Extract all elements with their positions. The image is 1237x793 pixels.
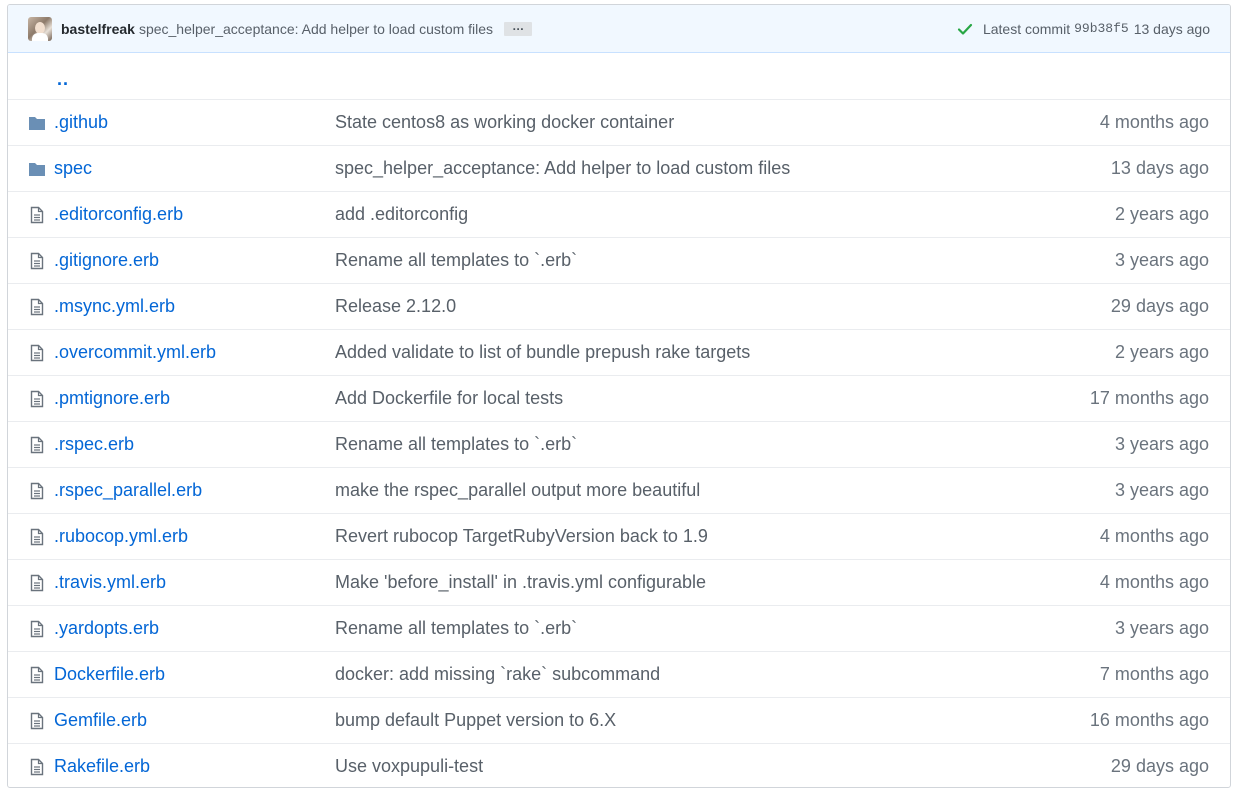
- folder-icon: [27, 161, 47, 177]
- file-icon: [27, 344, 47, 362]
- file-icon: [27, 528, 47, 546]
- commit-age: 13 days ago: [1133, 20, 1210, 37]
- file-commit-message-link[interactable]: Rename all templates to `.erb`: [335, 618, 1115, 639]
- file-age: 4 months ago: [1099, 112, 1209, 132]
- file-commit-message-link[interactable]: Rename all templates to `.erb`: [335, 434, 1115, 455]
- avatar[interactable]: [28, 16, 52, 41]
- file-name-link[interactable]: .yardopts.erb: [54, 618, 335, 639]
- file-row[interactable]: .rspec_parallel.erb make the rspec_parall…: [8, 467, 1230, 513]
- file-row[interactable]: Rakefile.erb Use voxpupuli-test 29 days ag…: [8, 743, 1230, 787]
- file-age: 16 months ago: [1089, 710, 1209, 730]
- file-icon: [27, 758, 47, 776]
- file-name-link[interactable]: .editorconfig.erb: [54, 204, 335, 225]
- file-name-link[interactable]: Dockerfile.erb: [54, 664, 335, 685]
- file-commit-message-link[interactable]: add .editorconfig: [335, 204, 1115, 225]
- parent-directory-link[interactable]: ..: [57, 69, 69, 90]
- file-age: 4 months ago: [1099, 572, 1209, 592]
- file-name-link[interactable]: .msync.yml.erb: [54, 296, 335, 317]
- file-icon: [27, 712, 47, 730]
- file-name-link[interactable]: .rspec.erb: [54, 434, 335, 455]
- file-name-link[interactable]: Gemfile.erb: [54, 710, 335, 731]
- file-commit-message-link[interactable]: Release 2.12.0: [335, 296, 1111, 317]
- file-icon: [27, 482, 47, 500]
- file-commit-message-link[interactable]: State centos8 as working docker containe…: [335, 112, 1100, 133]
- file-age: 2 years ago: [1114, 342, 1209, 362]
- file-commit-message-link[interactable]: Make 'before_install' in .travis.yml con…: [335, 572, 1100, 593]
- file-row[interactable]: .editorconfig.erb add .editorconfig 2 year…: [8, 191, 1230, 237]
- file-row[interactable]: .overcommit.yml.erb Added validate to lis…: [8, 329, 1230, 375]
- file-name-link[interactable]: .github: [54, 112, 335, 133]
- file-age: 3 years ago: [1114, 480, 1209, 500]
- file-name-link[interactable]: .overcommit.yml.erb: [54, 342, 335, 363]
- file-list: .. .github State centos8 as working docke…: [8, 53, 1230, 787]
- file-icon: [27, 574, 47, 592]
- file-row[interactable]: .rspec.erb Rename all templates to `.erb`…: [8, 421, 1230, 467]
- file-age: 13 days ago: [1110, 158, 1209, 178]
- file-name-link[interactable]: spec: [54, 158, 335, 179]
- file-age: 3 years ago: [1114, 250, 1209, 270]
- file-commit-message-link[interactable]: docker: add missing `rake` subcommand: [335, 664, 1100, 685]
- file-row[interactable]: .yardopts.erb Rename all templates to `.e…: [8, 605, 1230, 651]
- check-icon[interactable]: [957, 21, 973, 37]
- file-icon: [27, 666, 47, 684]
- file-name-link[interactable]: .gitignore.erb: [54, 250, 335, 271]
- file-browser: bastelfreak spec_helper_acceptance: Add …: [7, 4, 1231, 788]
- file-name-link[interactable]: .pmtignore.erb: [54, 388, 335, 409]
- file-commit-message-link[interactable]: spec_helper_acceptance: Add helper to lo…: [335, 158, 1111, 179]
- parent-directory-row[interactable]: ..: [8, 53, 1230, 99]
- file-commit-message-link[interactable]: bump default Puppet version to 6.X: [335, 710, 1090, 731]
- file-icon: [27, 252, 47, 270]
- file-name-link[interactable]: .rubocop.yml.erb: [54, 526, 335, 547]
- commit-sha[interactable]: 99b38f5: [1074, 21, 1129, 36]
- file-row[interactable]: .msync.yml.erb Release 2.12.0 29 days ago: [8, 283, 1230, 329]
- file-icon: [27, 390, 47, 408]
- file-age: 17 months ago: [1089, 388, 1209, 408]
- file-row[interactable]: .rubocop.yml.erb Revert rubocop TargetRub…: [8, 513, 1230, 559]
- file-row[interactable]: Dockerfile.erb docker: add missing `rake`…: [8, 651, 1230, 697]
- file-age: 29 days ago: [1110, 756, 1209, 776]
- file-age: 2 years ago: [1114, 204, 1209, 224]
- file-row[interactable]: .gitignore.erb Rename all templates to `.…: [8, 237, 1230, 283]
- latest-commit-bar: bastelfreak spec_helper_acceptance: Add …: [8, 5, 1230, 53]
- file-row[interactable]: .github State centos8 as working docker c…: [8, 99, 1230, 145]
- file-commit-message-link[interactable]: make the rspec_parallel output more beau…: [335, 480, 1115, 501]
- file-commit-message-link[interactable]: Added validate to list of bundle prepush…: [335, 342, 1115, 363]
- file-row[interactable]: Gemfile.erb bump default Puppet version t…: [8, 697, 1230, 743]
- file-name-link[interactable]: .travis.yml.erb: [54, 572, 335, 593]
- file-age: 4 months ago: [1099, 526, 1209, 546]
- file-commit-message-link[interactable]: Rename all templates to `.erb`: [335, 250, 1115, 271]
- file-age: 29 days ago: [1110, 296, 1209, 316]
- file-commit-message-link[interactable]: Use voxpupuli-test: [335, 756, 1111, 777]
- file-row[interactable]: spec spec_helper_acceptance: Add helper t…: [8, 145, 1230, 191]
- file-name-link[interactable]: Rakefile.erb: [54, 756, 335, 777]
- latest-commit-label: Latest commit: [982, 20, 1071, 37]
- file-icon: [27, 298, 47, 316]
- file-age: 3 years ago: [1114, 434, 1209, 454]
- file-icon: [27, 206, 47, 224]
- file-age: 3 years ago: [1114, 618, 1209, 638]
- commit-message[interactable]: spec_helper_acceptance: Add helper to lo…: [139, 21, 493, 37]
- file-icon: [27, 620, 47, 638]
- file-name-link[interactable]: .rspec_parallel.erb: [54, 480, 335, 501]
- file-commit-message-link[interactable]: Add Dockerfile for local tests: [335, 388, 1090, 409]
- file-commit-message-link[interactable]: Revert rubocop TargetRubyVersion back to…: [335, 526, 1100, 547]
- expand-message-button[interactable]: …: [504, 20, 533, 36]
- file-age: 7 months ago: [1099, 664, 1209, 684]
- file-icon: [27, 436, 47, 454]
- file-row[interactable]: .pmtignore.erb Add Dockerfile for local t…: [8, 375, 1230, 421]
- folder-icon: [27, 115, 47, 131]
- file-row[interactable]: .travis.yml.erb Make 'before_install' in …: [8, 559, 1230, 605]
- commit-author[interactable]: bastelfreak: [61, 21, 135, 37]
